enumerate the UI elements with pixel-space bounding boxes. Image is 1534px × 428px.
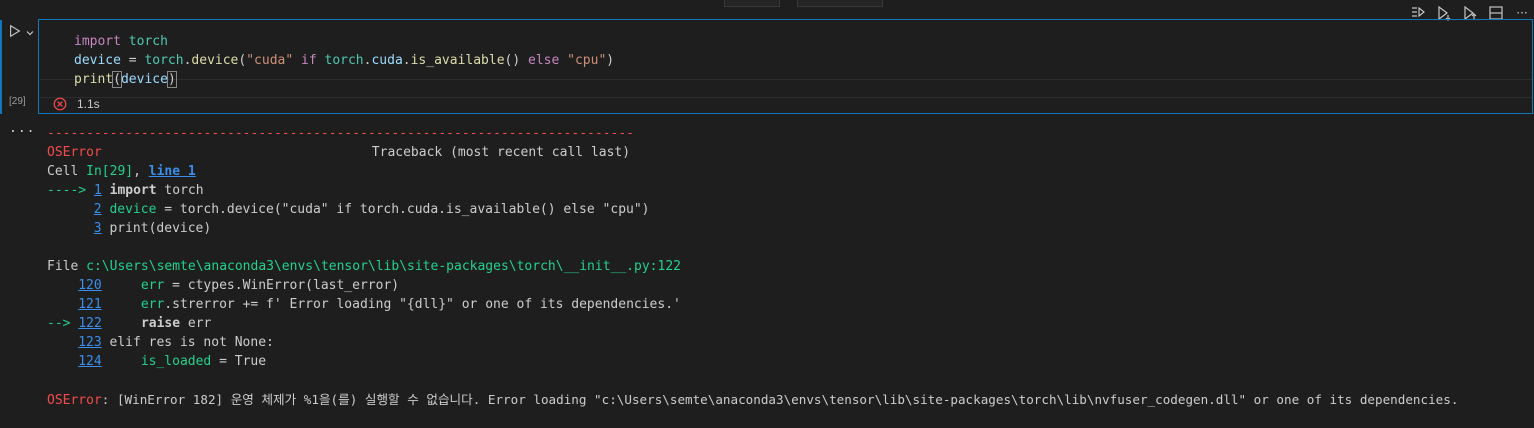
code-cell[interactable]: import torch device = torch.device("cuda… xyxy=(38,19,1533,114)
traceback-line: 123 elif res is not None: xyxy=(47,333,1534,352)
code-token: else xyxy=(520,53,568,68)
top-tab-stub-1 xyxy=(724,0,780,7)
code-token: elif res is not None: xyxy=(109,335,274,350)
code-token: "cuda" xyxy=(246,53,294,68)
cell-line-link[interactable]: line 1 xyxy=(149,164,196,179)
code-token: () xyxy=(504,53,521,68)
code-token: torch xyxy=(324,53,364,68)
line-number-link[interactable]: 121 xyxy=(78,297,101,312)
code-line-1: import torch xyxy=(74,32,168,51)
file-path-link[interactable]: c:\Users\semte\anaconda3\envs\tensor\lib… xyxy=(86,259,681,274)
code-token: import xyxy=(109,183,157,198)
current-line-highlight xyxy=(40,79,1532,98)
traceback-arrow: --> xyxy=(47,316,79,331)
cell-status: 1.1s xyxy=(53,95,100,113)
code-line-2: device = torch.device("cuda" if torch.cu… xyxy=(74,51,614,70)
traceback-line: 3 print(device) xyxy=(47,219,1534,238)
traceback-arrow: ----> xyxy=(47,183,94,198)
traceback-line: 120 err = ctypes.WinError(last_error) xyxy=(47,276,1534,295)
error-type: OSError xyxy=(47,145,102,160)
code-editor[interactable]: import torch device = torch.device("cuda… xyxy=(40,21,1532,98)
code-token: print xyxy=(74,72,114,87)
code-token: device xyxy=(120,72,168,87)
code-token: err xyxy=(140,278,165,293)
code-token: . xyxy=(402,53,411,68)
code-token: device xyxy=(74,53,121,68)
cell-reference-line: Cell In[29], line 1 xyxy=(47,162,1534,181)
code-token: device xyxy=(191,53,239,68)
code-token: is_loaded xyxy=(140,354,212,369)
code-token: = ctypes.WinError(last_error) xyxy=(164,278,400,293)
line-number-link[interactable]: 123 xyxy=(78,335,101,350)
code-token: "cpu" xyxy=(567,53,607,68)
traceback-separator: ----------------------------------------… xyxy=(47,126,634,141)
more-label: ··· xyxy=(1516,6,1528,20)
cell-prefix: Cell xyxy=(47,164,87,179)
traceback-header: Traceback (most recent call last) xyxy=(371,145,631,160)
code-token: torch xyxy=(144,53,184,68)
run-cell-icon[interactable] xyxy=(6,22,24,40)
file-prefix: File xyxy=(47,259,87,274)
error-message: : [WinError 182] 운영 체제가 %1을(를) 실행할 수 없습니… xyxy=(101,392,1459,407)
traceback-line: 2 device = torch.device("cuda" if torch.… xyxy=(47,200,1534,219)
line-number-link[interactable]: 122 xyxy=(78,316,101,331)
code-token: raise xyxy=(140,316,181,331)
code-token: .strerror += f' Error loading "{dll}" or… xyxy=(164,297,681,312)
code-token: print(device) xyxy=(109,221,212,236)
top-tab-stub-2 xyxy=(797,0,883,7)
line-number-link[interactable]: 120 xyxy=(78,278,101,293)
keyword: import xyxy=(74,34,121,49)
module-name: torch xyxy=(128,34,168,49)
line-number-link[interactable]: 124 xyxy=(78,354,101,369)
bracket-match: ) xyxy=(166,71,177,88)
code-token: = True xyxy=(211,354,267,369)
error-icon xyxy=(53,97,67,111)
code-token: cuda xyxy=(371,53,403,68)
file-reference-line: File c:\Users\semte\anaconda3\envs\tenso… xyxy=(47,257,1534,276)
execution-time: 1.1s xyxy=(77,97,100,111)
cell-ref: In[29] xyxy=(86,164,134,179)
text-cursor xyxy=(175,71,177,86)
code-token: device xyxy=(109,202,157,217)
chevron-down-icon[interactable] xyxy=(24,24,36,36)
bracket-match: ( xyxy=(112,71,122,88)
code-token: err xyxy=(180,316,212,331)
cell-sep: , xyxy=(133,164,149,179)
traceback-line: --> 122 raise err xyxy=(47,314,1534,333)
output-more-button[interactable]: ... xyxy=(9,121,35,136)
execution-count: [29] xyxy=(9,96,26,107)
line-number-link[interactable]: 2 xyxy=(94,202,102,217)
cell-output: ----------------------------------------… xyxy=(47,124,1534,409)
code-line-3: print(device) xyxy=(74,70,177,89)
code-token: if xyxy=(293,53,325,68)
code-token: torch xyxy=(156,183,204,198)
final-error-line: OSError: [WinError 182] 운영 체제가 %1을(를) 실행… xyxy=(47,390,1534,409)
traceback-line: 124 is_loaded = True xyxy=(47,352,1534,371)
line-number-link[interactable]: 1 xyxy=(94,183,102,198)
error-type: OSError xyxy=(47,393,102,408)
line-number-link[interactable]: 3 xyxy=(94,221,102,236)
traceback-header-line: OSError Traceback (most recent call last) xyxy=(47,143,1534,162)
code-token: = torch.device("cuda" if torch.cuda.is_a… xyxy=(156,202,650,217)
code-token: = xyxy=(120,53,145,68)
traceback-line: ----> 1 import torch xyxy=(47,181,1534,200)
cell-focus-indicator xyxy=(0,20,2,114)
code-token: is_available xyxy=(410,53,505,68)
traceback-line: 121 err.strerror += f' Error loading "{d… xyxy=(47,295,1534,314)
code-token: err xyxy=(140,297,165,312)
code-token: ) xyxy=(606,53,615,68)
